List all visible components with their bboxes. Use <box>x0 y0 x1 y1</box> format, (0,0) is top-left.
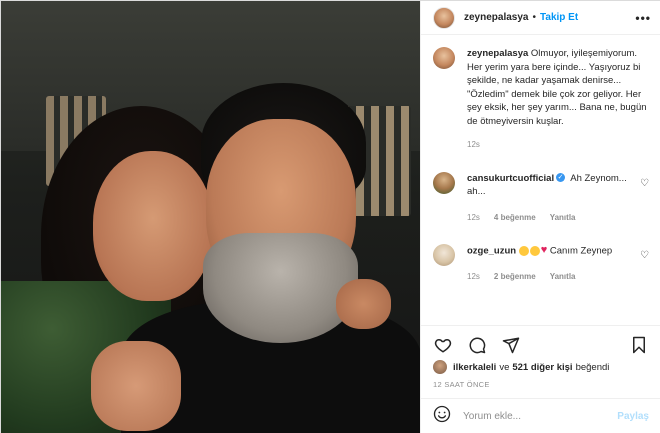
comment-body: cansukurtcuofficial ✓ Ah Zeynom... ah... … <box>467 172 632 225</box>
comment-input[interactable] <box>463 411 618 422</box>
caption-time[interactable]: 12s <box>467 138 480 152</box>
like-comment-heart-icon[interactable]: ♡ <box>640 178 649 189</box>
comment-meta: 12s 2 beğenme Yanıtla <box>467 270 632 284</box>
post-photo[interactable] <box>1 1 420 433</box>
sad-face-emoji-icon <box>518 245 529 256</box>
comment-item: ozge_uzun ♥ Canım Zeynep 12s 2 beğenme Y… <box>433 244 649 283</box>
caption-body: zeynepalasya Olmuyor, iyileşemiyorum. He… <box>467 47 649 152</box>
caption-username[interactable]: zeynepalasya <box>467 48 528 59</box>
comment-time[interactable]: 12s <box>467 270 480 284</box>
post-timestamp[interactable]: 12 SAAT ÖNCE <box>433 380 490 389</box>
red-heart-emoji-icon: ♥ <box>540 244 548 256</box>
caption-avatar[interactable] <box>433 47 455 69</box>
caption-comment: zeynepalasya Olmuyor, iyileşemiyorum. He… <box>433 47 649 152</box>
comment-likes[interactable]: 2 beğenme <box>494 270 536 284</box>
reply-button[interactable]: Yanıtla <box>550 270 576 284</box>
commenter-avatar[interactable] <box>433 171 455 194</box>
commenter-username[interactable]: ozge_uzun <box>467 245 516 256</box>
comments-section[interactable]: zeynepalasya Olmuyor, iyileşemiyorum. He… <box>421 35 660 325</box>
likes-summary: ilkerkaleli ve 521 diğer kişi beğendi <box>433 360 609 374</box>
author-username[interactable]: zeynepalasya <box>464 12 529 23</box>
comment-likes[interactable]: 4 beğenme <box>494 211 536 225</box>
likes-others-link[interactable]: 521 diğer kişi <box>512 362 572 373</box>
save-bookmark-icon[interactable] <box>629 335 649 355</box>
liker-avatar[interactable] <box>433 360 447 374</box>
photo-man-beard <box>203 233 358 343</box>
emoji-smile-icon[interactable] <box>433 405 451 428</box>
commenter-username[interactable]: cansukurtcuofficial <box>467 173 554 184</box>
sad-face-emoji-icon <box>529 245 540 256</box>
caption-text: Olmuyor, iyileşemiyorum. Her yerim yara … <box>467 48 647 127</box>
follow-button[interactable]: Takip Et <box>540 12 578 23</box>
comment-item: cansukurtcuofficial ✓ Ah Zeynom... ah... … <box>433 171 649 225</box>
author-avatar[interactable] <box>433 6 455 29</box>
instagram-post: zeynepalasya • Takip Et ••• zeynepalasya… <box>0 0 660 433</box>
liker-username[interactable]: ilkerkaleli <box>453 362 496 373</box>
photo-woman-face <box>93 151 213 301</box>
like-heart-icon[interactable] <box>433 335 453 355</box>
likes-suffix: beğendi <box>575 361 610 373</box>
like-comment-heart-icon[interactable]: ♡ <box>640 250 649 261</box>
more-options-icon[interactable]: ••• <box>635 11 651 25</box>
photo-hand <box>91 341 181 431</box>
post-comment-button[interactable]: Paylaş <box>617 411 649 422</box>
add-comment-bar: Paylaş <box>421 398 660 433</box>
share-paper-plane-icon[interactable] <box>501 335 521 355</box>
reply-button[interactable]: Yanıtla <box>550 211 576 225</box>
comment-text: Canım Zeynep <box>549 245 613 257</box>
post-header: zeynepalasya • Takip Et ••• <box>421 1 660 35</box>
post-actions: ilkerkaleli ve 521 diğer kişi beğendi 12… <box>421 325 660 433</box>
post-side-panel: zeynepalasya • Takip Et ••• zeynepalasya… <box>420 1 660 433</box>
comment-body: ozge_uzun ♥ Canım Zeynep 12s 2 beğenme Y… <box>467 244 632 283</box>
photo-hand-shoulder <box>336 279 391 329</box>
commenter-avatar[interactable] <box>433 244 455 266</box>
action-icons-row <box>433 332 649 358</box>
likes-connector: ve <box>499 361 510 373</box>
comment-meta: 12s 4 beğenme Yanıtla <box>467 211 632 225</box>
separator-dot: • <box>532 12 537 23</box>
comment-time[interactable]: 12s <box>467 211 480 225</box>
caption-meta: 12s <box>467 138 649 152</box>
verified-badge-icon: ✓ <box>556 173 566 183</box>
comment-bubble-icon[interactable] <box>467 335 487 355</box>
